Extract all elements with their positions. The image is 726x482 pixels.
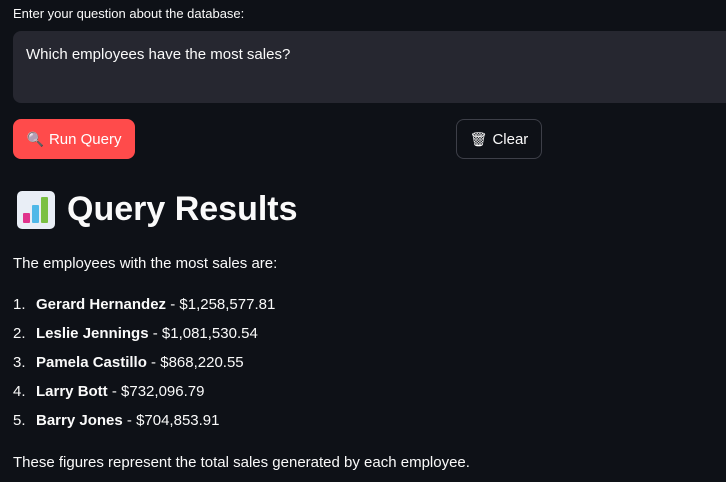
employee-name: Pamela Castillo [36, 354, 147, 371]
run-query-label: Run Query [48, 130, 122, 148]
results-heading: Query Results [17, 190, 298, 229]
employee-name: Leslie Jennings [36, 325, 149, 342]
sales-amount: $868,220.55 [160, 354, 244, 371]
app-page: Enter your question about the database: … [0, 0, 726, 482]
results-title: Query Results [67, 190, 298, 228]
employee-name: Larry Bott [36, 383, 108, 400]
clear-button[interactable]: 🗑 Clear [456, 119, 542, 159]
question-textarea[interactable]: Which employees have the most sales? [13, 31, 726, 103]
clear-label: Clear [492, 130, 529, 148]
employee-name: Barry Jones [36, 412, 123, 429]
list-item: 3. Pamela Castillo - $868,220.55 [13, 352, 275, 381]
sales-amount: $732,096.79 [121, 383, 205, 400]
bar-chart-icon [17, 190, 55, 229]
wastebasket-icon: 🗑 [469, 131, 488, 147]
list-item: 5. Barry Jones - $704,853.91 [13, 410, 275, 439]
sales-amount: $704,853.91 [136, 412, 220, 429]
employee-name: Gerard Hernandez [36, 296, 167, 313]
question-label: Enter your question about the database: [13, 6, 245, 21]
results-intro: The employees with the most sales are: [13, 255, 278, 272]
results-summary: These figures represent the total sales … [13, 454, 470, 471]
search-icon: 🔍 [26, 131, 44, 147]
list-item: 4. Larry Bott - $732,096.79 [13, 381, 275, 410]
run-query-button[interactable]: 🔍 Run Query [13, 119, 135, 159]
list-item: 1. Gerard Hernandez - $1,258,577.81 [13, 294, 275, 323]
sales-amount: $1,081,530.54 [161, 325, 258, 342]
list-item: 2. Leslie Jennings - $1,081,530.54 [13, 323, 275, 352]
sales-amount: $1,258,577.81 [179, 296, 276, 313]
results-list: 1. Gerard Hernandez - $1,258,577.81 2. L… [13, 294, 275, 439]
